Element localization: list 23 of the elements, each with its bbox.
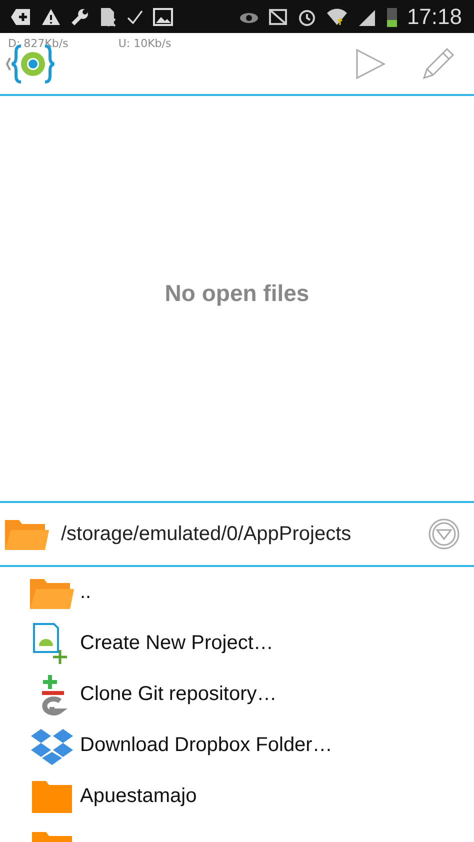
current-path: /storage/emulated/0/AppProjects	[61, 522, 352, 546]
empty-message: No open files	[164, 280, 310, 307]
battery-icon	[386, 6, 398, 28]
list-item-label[interactable]: Download Dropbox Folder…	[80, 734, 332, 757]
document-icon	[99, 6, 117, 26]
upload-speed: U: 10Kb/s	[118, 37, 172, 50]
wifi-icon	[326, 6, 348, 26]
folder-icon	[5, 518, 49, 550]
folder-icon	[30, 576, 74, 608]
add-icon	[10, 6, 32, 26]
list-item-label[interactable]: ..	[80, 581, 92, 604]
warning-icon	[41, 8, 61, 26]
check-icon	[126, 8, 144, 26]
image-icon	[153, 8, 173, 26]
list-item-label[interactable]: Create New Project…	[80, 632, 274, 655]
run-button[interactable]	[354, 48, 386, 80]
folder-icon	[30, 780, 74, 812]
clock-time: 17:18	[406, 4, 462, 30]
wrench-icon	[70, 6, 90, 26]
pencil-icon[interactable]	[420, 46, 456, 82]
list-item-label[interactable]: Clone Git repository…	[80, 683, 277, 706]
list-item-label[interactable]: Apuestamajo	[80, 785, 197, 808]
dropdown-button[interactable]	[428, 518, 460, 550]
